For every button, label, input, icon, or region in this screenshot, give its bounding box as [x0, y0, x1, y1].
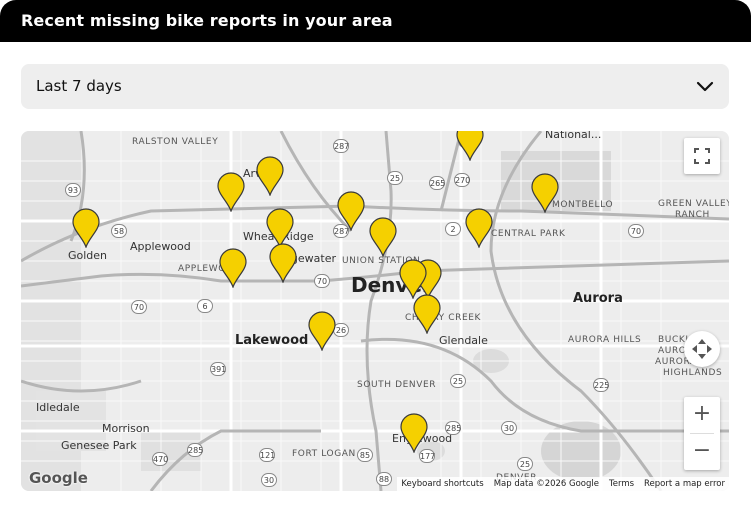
map-base [21, 131, 729, 491]
highway-shield: 391 [210, 362, 226, 376]
highway-shield: 470 [152, 452, 168, 466]
date-range-value: Last 7 days [36, 77, 122, 95]
highway-shield: 25 [450, 374, 466, 388]
header-bar: Recent missing bike reports in your area [0, 0, 751, 42]
label-genesee-park-1: Genesee Park [61, 439, 137, 452]
report-marker[interactable] [368, 217, 398, 258]
map-pin-icon [369, 217, 397, 258]
report-marker[interactable] [307, 311, 337, 352]
highway-shield: 225 [593, 378, 609, 392]
map-pin-icon [399, 259, 427, 300]
map-pin-icon [266, 208, 294, 249]
report-marker[interactable] [216, 172, 246, 213]
label-ralston-valley: RALSTON VALLEY [132, 137, 219, 147]
label-fort-logan: FORT LOGAN [292, 449, 356, 459]
label-montbello: MONTBELLO [552, 200, 614, 210]
highway-shield: 265 [429, 176, 445, 190]
chevron-down-icon [696, 81, 714, 92]
report-marker[interactable] [265, 208, 295, 249]
report-marker[interactable] [71, 208, 101, 249]
date-range-select[interactable]: Last 7 days [21, 64, 729, 109]
zoom-in-button[interactable]: + [684, 397, 720, 433]
highway-shield: 25 [387, 171, 403, 185]
highway-shield: 58 [111, 224, 127, 238]
label-glendale: Glendale [439, 334, 488, 347]
map-pin-icon [465, 208, 493, 249]
zoom-out-button[interactable]: − [684, 434, 720, 470]
highway-shield: 85 [357, 448, 373, 462]
map-pin-icon [219, 248, 247, 289]
keyboard-shortcuts-link[interactable]: Keyboard shortcuts [401, 477, 483, 491]
report-marker[interactable] [455, 131, 485, 162]
map-pin-icon [217, 172, 245, 213]
highway-shield: 6 [197, 299, 213, 313]
map-view[interactable]: RALSTON VALLEY National... Arv MONTBELLO… [21, 131, 729, 491]
map-pin-icon [269, 243, 297, 284]
google-logo: Google [29, 469, 88, 487]
report-marker[interactable] [464, 208, 494, 249]
camera-control-button[interactable] [684, 331, 720, 367]
highway-shield: 285 [445, 421, 461, 435]
map-data-text: Map data ©2026 Google [493, 479, 599, 489]
report-marker[interactable] [398, 259, 428, 300]
highway-shield: 2 [445, 222, 461, 236]
highway-shield: 70 [131, 300, 147, 314]
report-marker[interactable] [268, 243, 298, 284]
report-error-link[interactable]: Report a map error [644, 477, 725, 491]
report-marker[interactable] [255, 156, 285, 197]
highway-shield: 88 [376, 472, 392, 486]
fullscreen-button[interactable] [684, 138, 720, 174]
move-arrows-icon [692, 339, 712, 359]
map-pin-icon [456, 131, 484, 162]
report-marker[interactable] [412, 294, 442, 335]
label-aurora-hills: AURORA HILLS [568, 335, 642, 345]
report-marker[interactable] [530, 173, 560, 214]
report-marker[interactable] [336, 191, 366, 232]
highway-shield: 30 [261, 473, 277, 487]
map-pin-icon [413, 294, 441, 335]
zoom-control: + − [684, 397, 720, 470]
highway-shield: 30 [501, 421, 517, 435]
report-marker[interactable] [218, 248, 248, 289]
terms-link[interactable]: Terms [609, 477, 634, 491]
highway-shield: 270 [454, 173, 470, 187]
label-central-park: CENTRAL PARK [491, 229, 566, 239]
label-aurora: Aurora [573, 291, 623, 306]
label-applewood: Applewood [130, 240, 191, 253]
label-idledale: Idledale [36, 401, 80, 414]
label-golden: Golden [68, 249, 108, 262]
page-title: Recent missing bike reports in your area [21, 11, 393, 30]
highway-shield: 25 [517, 457, 533, 471]
fullscreen-icon [694, 148, 710, 164]
map-pin-icon [337, 191, 365, 232]
highway-shield: 70 [628, 224, 644, 238]
label-genesee-park: Genesee Park [61, 439, 137, 452]
highway-shield: 285 [187, 443, 203, 457]
label-national: National... [545, 131, 602, 141]
map-pin-icon [72, 208, 100, 249]
label-south-denver: SOUTH DENVER [357, 380, 437, 390]
highway-shield: 93 [65, 183, 81, 197]
attribution-bar: Keyboard shortcuts Map data ©2026 Google… [397, 477, 729, 491]
label-green-valley-1: GREEN VALLEY [658, 199, 729, 209]
highway-shield: 70 [314, 274, 330, 288]
label-aurora-highlands-2: HIGHLANDS [663, 368, 723, 378]
map-pin-icon [400, 413, 428, 454]
label-green-valley-2: RANCH [675, 210, 710, 220]
report-marker[interactable] [399, 413, 429, 454]
highway-shield: 287 [333, 139, 349, 153]
label-morrison: Morrison [102, 422, 150, 435]
highway-shield: 121 [259, 448, 275, 462]
map-pin-icon [531, 173, 559, 214]
map-pin-icon [308, 311, 336, 352]
label-lakewood: Lakewood [235, 333, 309, 348]
map-pin-icon [256, 156, 284, 197]
